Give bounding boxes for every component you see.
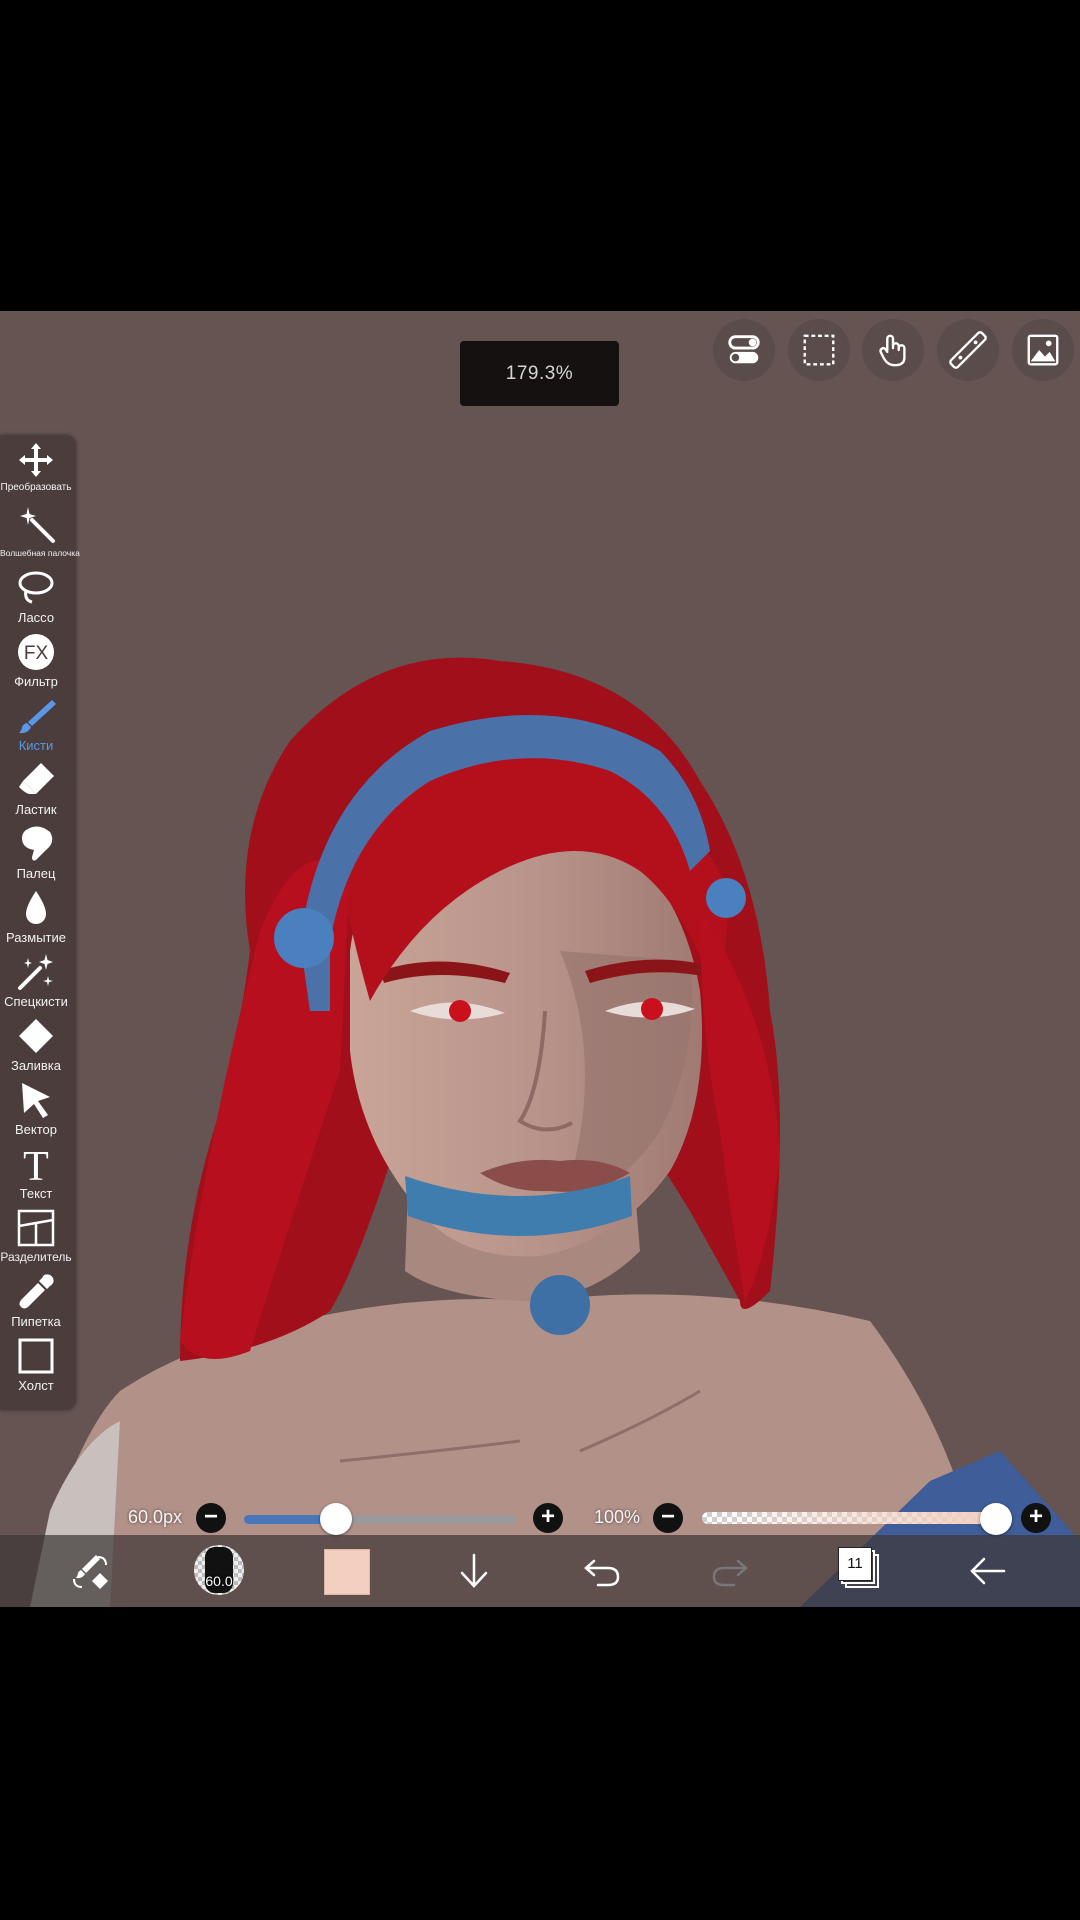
brush-preview-size: 60.0 bbox=[205, 1573, 233, 1589]
opacity-minus-button[interactable]: − bbox=[653, 1503, 683, 1533]
layers-button[interactable]: 11 bbox=[838, 1547, 882, 1593]
tool-text[interactable]: T Текст bbox=[0, 1144, 72, 1208]
tool-brush[interactable]: Кисти bbox=[0, 696, 72, 760]
frame-divider-icon bbox=[17, 1209, 55, 1247]
bottom-toolbar: 60.0 11 bbox=[0, 1535, 1080, 1607]
redo-button[interactable] bbox=[708, 1549, 752, 1593]
tool-label: Палец bbox=[16, 866, 56, 881]
undo-button[interactable] bbox=[580, 1549, 624, 1593]
brush-size-knob[interactable] bbox=[320, 1503, 353, 1535]
tool-label: Разделитель bbox=[0, 1250, 72, 1264]
eraser-icon bbox=[19, 763, 54, 794]
opacity-slider[interactable] bbox=[702, 1512, 998, 1524]
tool-label: Преобразовать bbox=[0, 482, 72, 493]
svg-text:T: T bbox=[23, 1144, 49, 1184]
swap-tools-button[interactable] bbox=[68, 1549, 112, 1593]
touch-mode-button[interactable] bbox=[862, 319, 924, 381]
tool-label: Лассо bbox=[17, 610, 55, 625]
arrow-down-icon bbox=[460, 1553, 488, 1588]
layers-count: 11 bbox=[838, 1547, 872, 1581]
material-button[interactable] bbox=[1012, 319, 1074, 381]
layer-down-button[interactable] bbox=[452, 1549, 496, 1593]
ruler-icon bbox=[949, 331, 987, 369]
filter-fx-icon: FX bbox=[18, 634, 54, 670]
tool-label: Заливка bbox=[10, 1058, 62, 1073]
ruler-button[interactable] bbox=[937, 319, 999, 381]
tool-label: Фильтр bbox=[14, 674, 58, 689]
zoom-indicator: 179.3% bbox=[460, 341, 619, 406]
tool-label: Холст bbox=[18, 1378, 54, 1393]
drawing-canvas[interactable] bbox=[0, 311, 1080, 1607]
tool-canvas[interactable]: Холст bbox=[0, 1336, 72, 1400]
tool-label: Текст bbox=[19, 1186, 53, 1201]
opacity-fill bbox=[702, 1512, 998, 1524]
quick-settings-icon bbox=[728, 335, 760, 364]
svg-text:FX: FX bbox=[24, 643, 49, 664]
tool-filter[interactable]: FX Фильтр bbox=[0, 632, 72, 696]
tool-frame-divider[interactable]: Разделитель bbox=[0, 1208, 72, 1272]
fill-bucket-icon bbox=[19, 1019, 53, 1053]
text-icon: T bbox=[23, 1144, 49, 1184]
tool-magic-wand[interactable]: Волшебная палочка bbox=[0, 504, 80, 568]
size-plus-button[interactable]: + bbox=[533, 1503, 563, 1533]
vector-cursor-icon bbox=[22, 1083, 50, 1118]
tool-sidebar: Преобразовать Волшебная палочка Лассо FX… bbox=[0, 435, 80, 1410]
tool-label: Ластик bbox=[15, 802, 57, 817]
tool-vector[interactable]: Вектор bbox=[0, 1080, 72, 1144]
brush-size-slider[interactable] bbox=[244, 1515, 516, 1524]
opacity-plus-button[interactable]: + bbox=[1021, 1503, 1051, 1533]
tool-label: Размытие bbox=[5, 930, 66, 945]
tool-label: Пипетка bbox=[11, 1314, 61, 1329]
size-minus-button[interactable]: − bbox=[196, 1503, 226, 1533]
canvas-icon bbox=[18, 1338, 54, 1374]
quick-settings-button[interactable] bbox=[713, 319, 775, 381]
tool-transform[interactable]: Преобразовать bbox=[0, 440, 72, 504]
brush-preview[interactable]: 60.0 bbox=[194, 1545, 244, 1595]
undo-icon bbox=[584, 1559, 620, 1587]
tool-label: Волшебная палочка bbox=[0, 548, 80, 558]
tool-smudge[interactable]: Палец bbox=[0, 824, 72, 888]
brush-eraser-swap-icon bbox=[73, 1555, 108, 1589]
tool-fill[interactable]: Заливка bbox=[0, 1016, 72, 1080]
finger-smudge-icon bbox=[22, 826, 53, 861]
tool-eyedropper[interactable]: Пипетка bbox=[0, 1272, 72, 1336]
selection-icon bbox=[803, 334, 835, 366]
tool-special-brush[interactable]: Спецкисти bbox=[0, 952, 72, 1016]
current-color-swatch[interactable] bbox=[324, 1549, 370, 1595]
selection-button[interactable] bbox=[788, 319, 850, 381]
tool-blur[interactable]: Размытие bbox=[0, 888, 72, 952]
opacity-knob[interactable] bbox=[980, 1503, 1012, 1535]
brush-size-value: 60.0px bbox=[128, 1507, 183, 1527]
material-image-icon bbox=[1027, 334, 1059, 366]
lasso-icon bbox=[18, 571, 54, 604]
tool-label: Вектор bbox=[14, 1122, 57, 1137]
app-screen: 179.3% Преобразовать Волшебная палочка Л… bbox=[0, 311, 1080, 1607]
eyedropper-icon bbox=[19, 1274, 54, 1309]
tool-eraser[interactable]: Ластик bbox=[0, 760, 72, 824]
opacity-value: 100% bbox=[594, 1507, 641, 1527]
redo-icon bbox=[712, 1559, 748, 1587]
tool-lasso[interactable]: Лассо bbox=[0, 568, 72, 632]
magic-wand-icon bbox=[20, 507, 55, 543]
back-button[interactable] bbox=[966, 1549, 1010, 1593]
arrow-left-icon bbox=[970, 1557, 1006, 1585]
special-brush-icon bbox=[18, 954, 53, 990]
tool-label: Спецкисти bbox=[4, 994, 68, 1009]
move-icon bbox=[19, 443, 53, 477]
brush-icon bbox=[19, 700, 56, 734]
touch-hand-icon bbox=[879, 334, 906, 367]
tool-label: Кисти bbox=[18, 738, 54, 753]
blur-drop-icon bbox=[26, 891, 46, 924]
